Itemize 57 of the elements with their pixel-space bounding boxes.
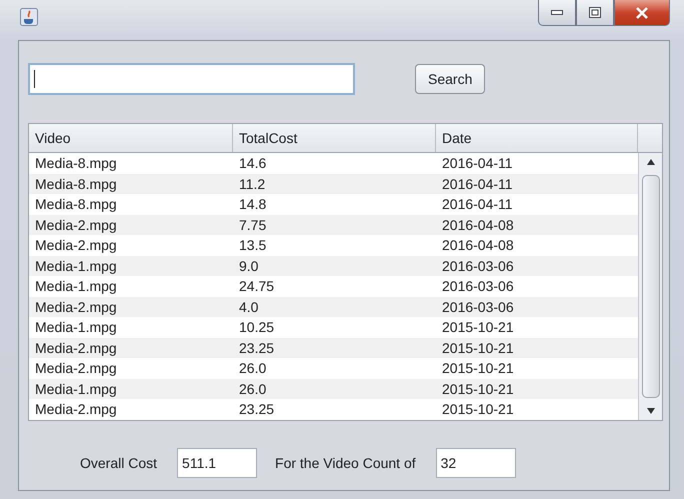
table-cell-text: 26.0 xyxy=(238,360,268,376)
table-cell-text: 14.8 xyxy=(238,196,268,212)
table-cell-text: 13.5 xyxy=(238,237,268,254)
table-cell-text: Media-8.mpg xyxy=(34,196,118,212)
column-header[interactable]: Video xyxy=(29,124,233,152)
table-cell-text: Media-8.mpg xyxy=(34,176,118,192)
column-header[interactable]: Date xyxy=(436,124,638,152)
table-cell-text: 2016-03-06 xyxy=(441,278,515,294)
table-cell-text: Media-2.mpg xyxy=(34,298,118,315)
table-cell-text: 10.25 xyxy=(238,319,276,336)
table-cell-text: Media-2.mpg xyxy=(34,401,118,418)
field-label: For the Video Count of xyxy=(275,455,416,471)
table-cell-text: Media-8.mpg xyxy=(34,155,118,172)
table-cell-text: 2015-10-21 xyxy=(441,340,515,356)
table-cell-text: 2015-10-21 xyxy=(441,360,515,376)
table-cell-text: 11.2 xyxy=(238,176,266,192)
table-cell-text: Media-2.mpg xyxy=(34,237,118,254)
close-icon xyxy=(635,6,649,18)
table-cell-text: 26.0 xyxy=(238,380,268,397)
table-cell-text: 2016-03-06 xyxy=(441,298,515,315)
table-cell-text: Media-2.mpg xyxy=(34,340,118,356)
table-cell-text: 23.25 xyxy=(238,401,276,418)
value-field[interactable]: 32 xyxy=(436,448,516,478)
table-cell-text: 2015-10-21 xyxy=(441,401,515,418)
table-cell-text: 2015-10-21 xyxy=(441,380,515,397)
table-cell-text: 9.0 xyxy=(238,258,260,274)
table-cell-text: 2016-04-11 xyxy=(441,155,514,172)
minimize-icon xyxy=(551,10,563,16)
search-button[interactable]: Search xyxy=(415,64,486,94)
table-cell-text: 7.75 xyxy=(238,216,268,233)
app-icon xyxy=(20,8,38,26)
table-cell-text: 2016-04-08 xyxy=(441,216,515,233)
field-label: Overall Cost xyxy=(80,455,158,471)
table-cell-text: Media-2.mpg xyxy=(34,216,118,233)
table-cell-text: 2016-04-11 xyxy=(441,176,514,192)
minimize-button[interactable] xyxy=(538,0,576,26)
table-cell-text: 2015-10-21 xyxy=(441,319,515,336)
table-cell-text: 24.75 xyxy=(238,278,276,294)
maximize-icon xyxy=(589,7,601,18)
table-cell-text: Media-1.mpg xyxy=(34,258,118,274)
close-button[interactable] xyxy=(614,0,670,26)
column-header[interactable]: TotalCost xyxy=(233,124,436,152)
table-cell-text: 2016-04-11 xyxy=(441,196,514,212)
table-cell-text: Media-1.mpg xyxy=(34,380,118,397)
table-cell-text: Media-2.mpg xyxy=(34,360,118,376)
table-cell-text: 14.6 xyxy=(238,155,268,172)
maximize-button[interactable] xyxy=(576,0,614,26)
scroll-thumb[interactable] xyxy=(642,175,660,398)
table-cell-text: Media-1.mpg xyxy=(34,319,118,336)
scrollbar[interactable] xyxy=(638,153,662,420)
search-field[interactable] xyxy=(28,63,355,95)
table-cell-text: 23.25 xyxy=(238,340,276,356)
table-cell-text: 2016-03-06 xyxy=(441,258,515,274)
table-cell-text: Media-1.mpg xyxy=(34,278,118,294)
table-cell-text: 4.0 xyxy=(238,298,260,315)
table-cell-text: 2016-04-08 xyxy=(441,237,515,254)
value-field[interactable]: 511.1 xyxy=(177,448,258,478)
